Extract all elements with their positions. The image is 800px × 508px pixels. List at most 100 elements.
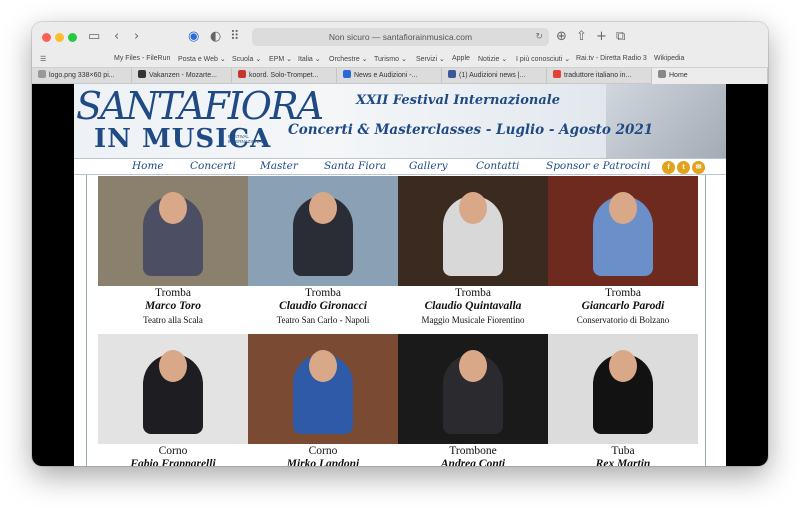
teacher-name: Giancarlo Parodi bbox=[581, 300, 665, 312]
email-icon[interactable]: ✉ bbox=[692, 161, 705, 174]
teacher-name: Rex Martin bbox=[595, 458, 651, 466]
teacher-name: Fabio Frapparelli bbox=[130, 458, 216, 466]
tab[interactable]: logo.png 338×60 pi... bbox=[32, 68, 132, 84]
teacher-photo bbox=[98, 334, 248, 444]
teacher-institution: Maggio Musicale Fiorentino bbox=[421, 315, 525, 325]
pin-icon bbox=[138, 70, 146, 78]
teacher-institution: Teatro alla Scala bbox=[143, 315, 203, 325]
fav-item[interactable]: Apple bbox=[452, 55, 470, 62]
teacher-name: Andrea Conti bbox=[440, 458, 506, 466]
teacher-name: Mirko Landoni bbox=[286, 458, 360, 466]
tab[interactable]: News e Audizioni -... bbox=[337, 68, 442, 84]
teacher-photo bbox=[248, 176, 398, 286]
teacher-institution: Teatro San Carlo - Napoli bbox=[276, 315, 370, 325]
download-icon[interactable]: ⊕ bbox=[556, 29, 567, 45]
photo-head bbox=[459, 350, 487, 382]
address-text: Non sicuro — santafiorainmusica.com bbox=[328, 32, 473, 42]
fav-item[interactable]: Rai.tv - Diretta Radio 3 bbox=[576, 55, 647, 62]
tabs-icon[interactable]: ⧉ bbox=[616, 29, 625, 45]
main-nav: Home Concerti Master Santa Fiora Gallery… bbox=[74, 158, 726, 175]
site-banner: SANTAFIORA IN MUSICA FESTIVAL INTERNAZIO… bbox=[74, 84, 726, 158]
tab[interactable]: koord. Solo-Trompet... bbox=[232, 68, 337, 84]
teacher-instrument: Corno bbox=[308, 445, 338, 457]
banner-decoration bbox=[606, 84, 726, 158]
fav-item[interactable]: Servizi ⌄ bbox=[416, 55, 445, 63]
logo-subtext: FESTIVAL INTERNAZIONALE bbox=[228, 134, 268, 144]
teacher-name: Claudio Gironacci bbox=[279, 300, 367, 312]
extension-shield-icon[interactable]: ◉ bbox=[188, 29, 199, 45]
sidebar-icon[interactable]: ▭ bbox=[88, 29, 100, 45]
teacher-photo bbox=[398, 176, 548, 286]
teacher-photo bbox=[248, 334, 398, 444]
nav-gallery[interactable]: Gallery bbox=[409, 160, 448, 172]
fav-item[interactable]: My Files - FileRun bbox=[114, 55, 170, 62]
teacher-instrument: Tromba bbox=[605, 287, 641, 299]
tab-overview-icon[interactable]: ⠿ bbox=[230, 29, 240, 45]
tab[interactable]: traduttore italiano in... bbox=[547, 68, 652, 84]
facebook-icon bbox=[448, 70, 456, 78]
fav-item[interactable]: I più conosciuti ⌄ bbox=[516, 55, 570, 63]
fav-item[interactable]: Italia ⌄ bbox=[298, 55, 321, 63]
fav-item[interactable]: Notizie ⌄ bbox=[478, 55, 507, 63]
nav-sponsor[interactable]: Sponsor e Patrocini bbox=[546, 160, 650, 172]
back-icon[interactable]: ‹ bbox=[114, 29, 119, 45]
zoom-window-button[interactable] bbox=[68, 33, 77, 42]
teacher-instrument: Tromba bbox=[155, 287, 191, 299]
web-content: SANTAFIORA IN MUSICA FESTIVAL INTERNAZIO… bbox=[32, 84, 768, 466]
teacher-institution: Conservatorio di Bolzano bbox=[576, 315, 670, 325]
tab[interactable]: (1) Audizioni news |... bbox=[442, 68, 547, 84]
site-icon bbox=[343, 70, 351, 78]
tab[interactable]: Vakanzen - Mozarte... bbox=[132, 68, 232, 84]
tab-bar: logo.png 338×60 pi... Vakanzen - Mozarte… bbox=[32, 67, 768, 84]
reload-icon[interactable]: ↻ bbox=[535, 28, 543, 46]
privacy-icon[interactable]: ◐ bbox=[210, 29, 221, 45]
new-tab-icon[interactable]: + bbox=[596, 29, 607, 45]
fav-item[interactable]: Orchestre ⌄ bbox=[329, 55, 368, 63]
title-bar: ▭ ‹ › ◉ ◐ ⠿ Non sicuro — santafiorainmus… bbox=[32, 22, 768, 52]
teacher-instrument: Tuba bbox=[611, 445, 635, 457]
fav-item[interactable]: Scuola ⌄ bbox=[232, 55, 261, 63]
address-bar[interactable]: Non sicuro — santafiorainmusica.com ↻ bbox=[252, 28, 549, 46]
teacher-instrument: Tromba bbox=[455, 287, 491, 299]
photo-head bbox=[459, 192, 487, 224]
teacher-photo bbox=[548, 334, 698, 444]
photo-head bbox=[309, 192, 337, 224]
favorites-bar: ☰ My Files - FileRun Posta e Web ⌄ Scuol… bbox=[32, 52, 768, 67]
site-icon bbox=[658, 70, 666, 78]
nav-master[interactable]: Master bbox=[260, 160, 298, 172]
share-icon[interactable]: ⇧ bbox=[576, 29, 587, 45]
festival-subtitle: Concerti & Masterclasses - Luglio - Agos… bbox=[288, 122, 654, 138]
twitter-icon[interactable]: t bbox=[677, 161, 690, 174]
nav-home[interactable]: Home bbox=[132, 160, 164, 172]
photo-head bbox=[159, 350, 187, 382]
web-page: SANTAFIORA IN MUSICA FESTIVAL INTERNAZIO… bbox=[74, 84, 726, 466]
fav-item[interactable]: Posta e Web ⌄ bbox=[178, 55, 226, 63]
nav-concerti[interactable]: Concerti bbox=[190, 160, 236, 172]
site-icon bbox=[238, 70, 246, 78]
facebook-icon[interactable]: f bbox=[662, 161, 675, 174]
fav-item[interactable]: Wikipedia bbox=[654, 55, 684, 62]
teacher-name: Marco Toro bbox=[144, 300, 202, 312]
photo-head bbox=[609, 350, 637, 382]
minimize-window-button[interactable] bbox=[55, 33, 64, 42]
photo-head bbox=[309, 350, 337, 382]
tab-active[interactable]: Home bbox=[652, 68, 768, 84]
fav-item[interactable]: EPM ⌄ bbox=[269, 55, 292, 63]
teacher-name: Claudio Quintavalla bbox=[424, 300, 522, 312]
forward-icon[interactable]: › bbox=[134, 29, 139, 45]
nav-contatti[interactable]: Contatti bbox=[476, 160, 519, 172]
festival-title: XXII Festival Internazionale bbox=[356, 93, 560, 108]
nav-santa-fiora[interactable]: Santa Fiora bbox=[324, 160, 386, 172]
google-icon bbox=[553, 70, 561, 78]
file-icon bbox=[38, 70, 46, 78]
teacher-instrument: Corno bbox=[158, 445, 188, 457]
teacher-instrument: Trombone bbox=[449, 445, 497, 457]
favorites-menu-icon[interactable]: ☰ bbox=[40, 55, 46, 63]
teacher-photo bbox=[548, 176, 698, 286]
close-window-button[interactable] bbox=[42, 33, 51, 42]
teacher-photo bbox=[98, 176, 248, 286]
logo-line1[interactable]: SANTAFIORA bbox=[76, 84, 324, 128]
photo-head bbox=[159, 192, 187, 224]
teacher-photo bbox=[398, 334, 548, 444]
fav-item[interactable]: Turismo ⌄ bbox=[374, 55, 407, 63]
